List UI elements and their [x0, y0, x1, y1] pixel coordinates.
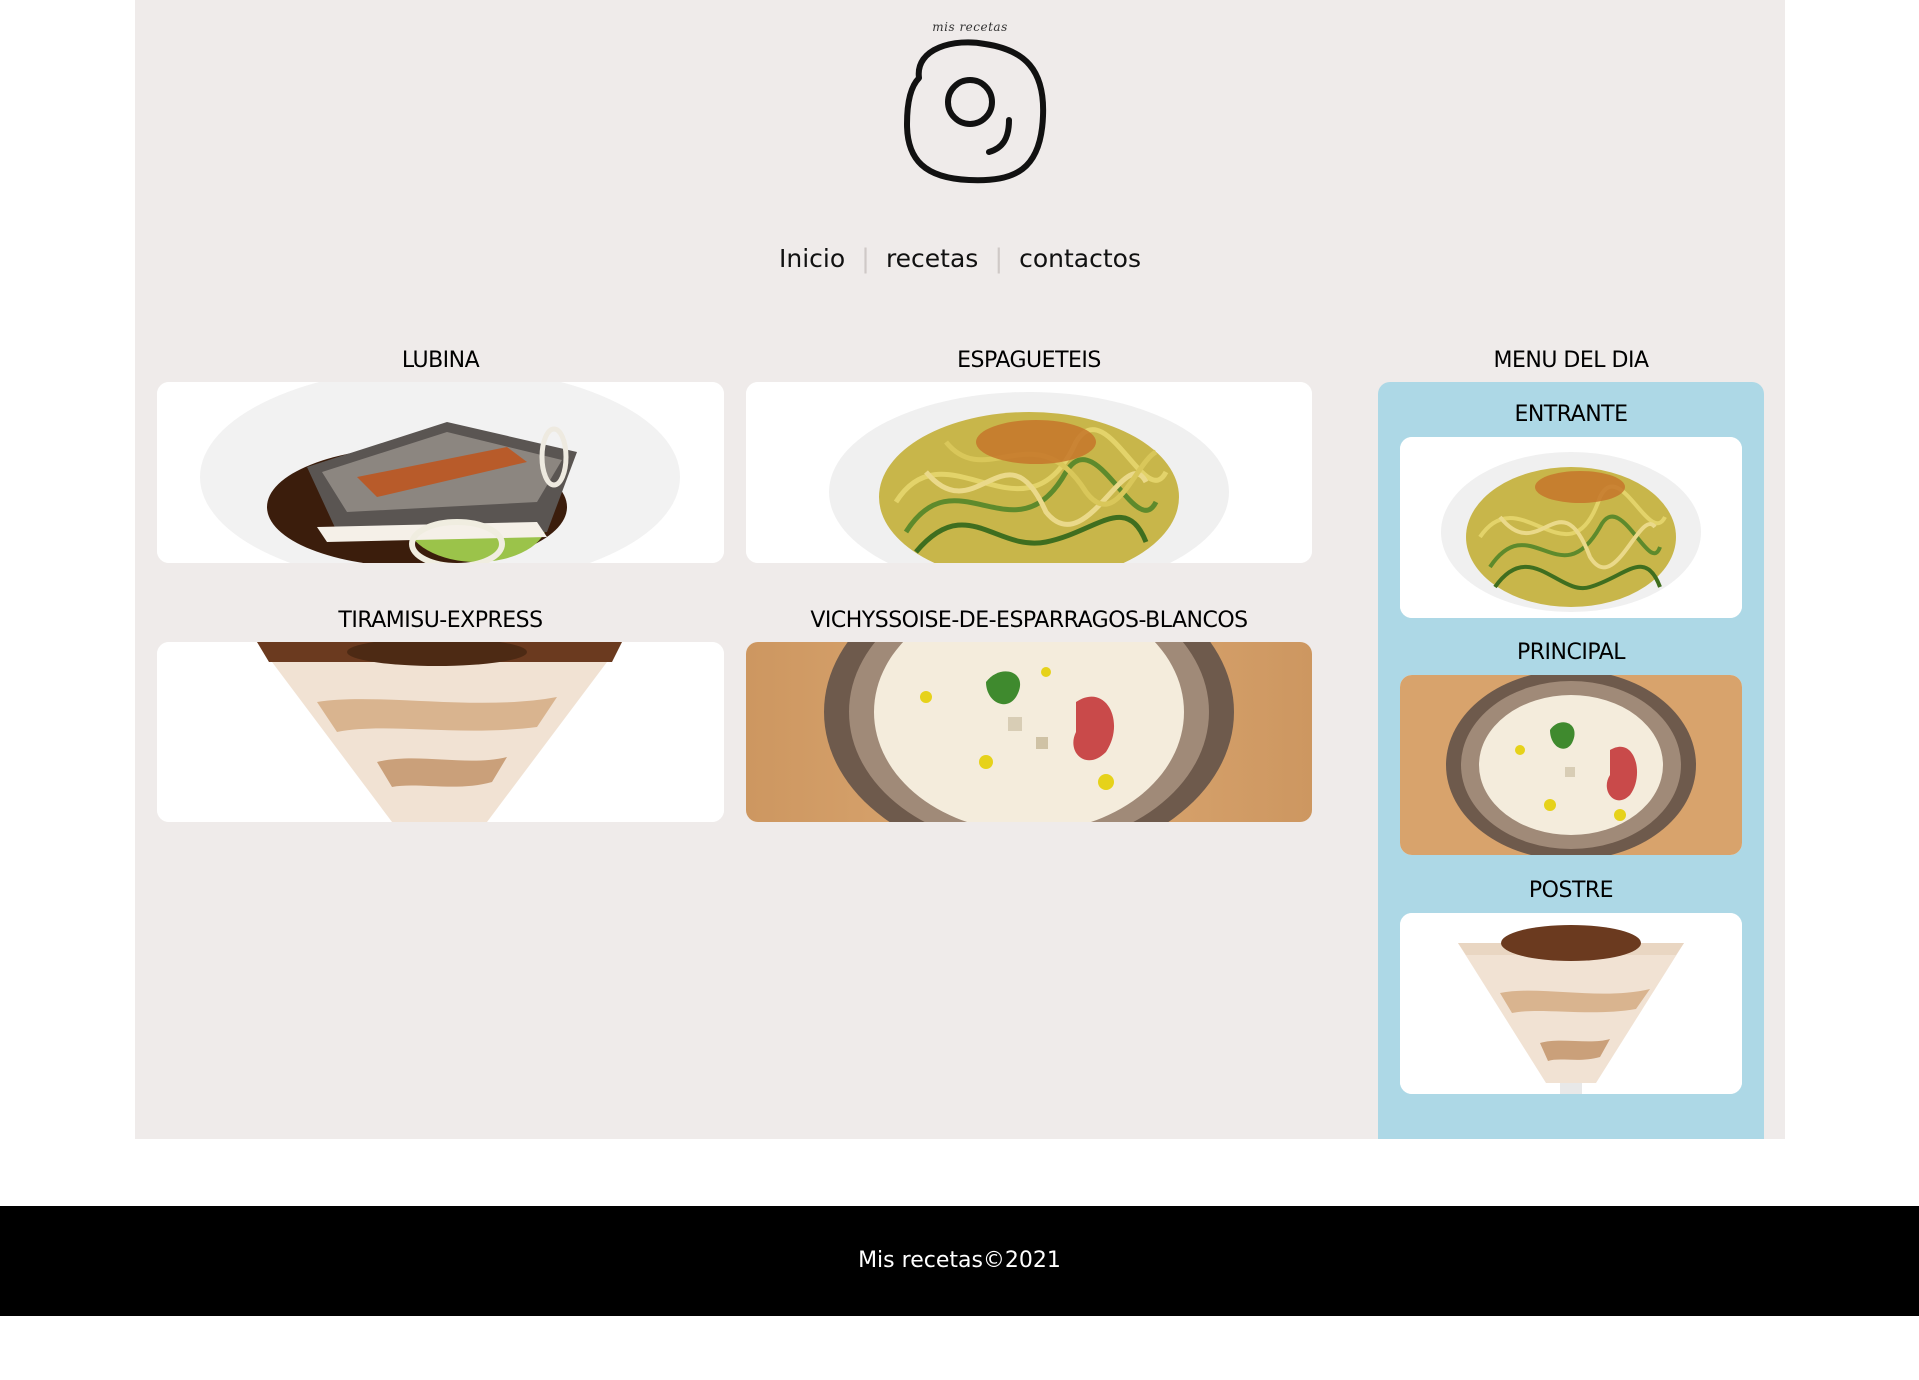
recipe-image-tiramisu-express[interactable] [157, 642, 724, 822]
site-logo[interactable]: mis recetas [885, 20, 1055, 190]
menu-entrante-image[interactable] [1400, 437, 1742, 618]
nav-separator: | [861, 244, 870, 274]
nav-item-recetas[interactable]: recetas [870, 244, 994, 273]
nav-separator: | [994, 244, 1004, 274]
menu-del-dia-title: MENU DEL DIA [1493, 348, 1649, 373]
recipe-image-lubina[interactable] [157, 382, 724, 563]
recipe-title-tiramisu-express[interactable]: TIRAMISU-EXPRESS [157, 608, 724, 633]
site-footer: Mis recetas©2021 [0, 1206, 1919, 1316]
logo-icon [904, 39, 1047, 184]
menu-postre-image[interactable] [1400, 913, 1742, 1094]
logo-caption: mis recetas [932, 20, 1008, 34]
menu-del-dia-panel: ENTRANTE PRINCIPAL POSTRE [1378, 382, 1764, 1139]
recipe-title-lubina[interactable]: LUBINA [157, 348, 724, 373]
main-nav: Inicio | recetas | contactos [135, 244, 1785, 274]
menu-course-entrante[interactable]: ENTRANTE [1378, 402, 1764, 427]
menu-course-postre[interactable]: POSTRE [1378, 878, 1764, 903]
footer-text: Mis recetas©2021 [858, 1248, 1061, 1273]
recipe-title-espagueteis[interactable]: ESPAGUETEIS [746, 348, 1312, 373]
menu-course-principal[interactable]: PRINCIPAL [1378, 640, 1764, 665]
recipe-image-vichyssoise[interactable] [746, 642, 1312, 822]
nav-item-contactos[interactable]: contactos [1003, 244, 1157, 273]
page-container: mis recetas Inicio | recetas | contactos LUB… [135, 0, 1785, 1139]
recipe-image-espagueteis[interactable] [746, 382, 1312, 563]
recipe-title-vichyssoise[interactable]: VICHYSSOISE-DE-ESPARRAGOS-BLANCOS [746, 608, 1312, 633]
nav-item-inicio[interactable]: Inicio [763, 244, 861, 273]
menu-principal-image[interactable] [1400, 675, 1742, 855]
